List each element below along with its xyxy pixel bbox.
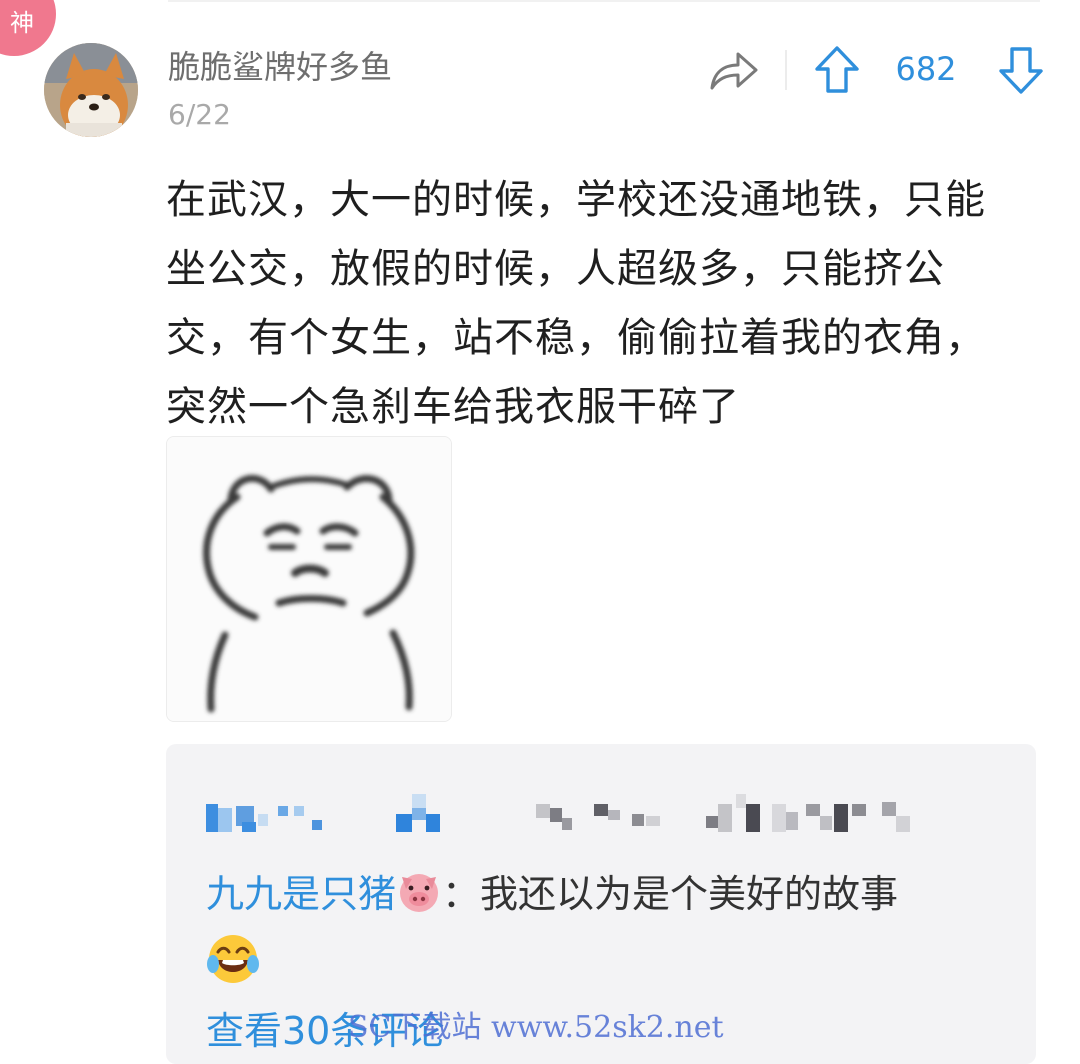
action-divider	[785, 50, 787, 90]
reply-separator: ：	[442, 872, 481, 916]
top-divider	[168, 0, 1040, 2]
share-arrow-icon	[710, 52, 758, 90]
vote-count: 682	[895, 50, 957, 88]
post-image[interactable]	[166, 436, 452, 722]
share-button[interactable]	[708, 48, 760, 94]
upvote-button[interactable]	[814, 45, 860, 95]
arrow-up-icon	[815, 46, 859, 93]
bear-meme-icon	[167, 437, 451, 721]
post-date: 6/22	[168, 98, 231, 131]
post-text: 在武汉，大一的时候，学校还没通地铁，只能坐公交，放假的时候，人超级多，只能挤公交…	[166, 177, 986, 430]
god-badge-label: 神	[10, 9, 34, 37]
shiba-avatar-icon	[44, 43, 138, 137]
censored-comment-row	[206, 794, 966, 838]
post-author[interactable]: 脆脆鲨牌好多鱼	[168, 46, 392, 88]
downvote-button[interactable]	[998, 45, 1044, 95]
reply-text: 我还以为是个美好的故事	[480, 872, 899, 916]
laughing-tears-icon	[206, 932, 260, 986]
watermark: SC下载站 www.52sk2.net	[348, 1010, 724, 1045]
arrow-down-icon	[999, 47, 1043, 94]
avatar[interactable]	[44, 43, 138, 137]
pig-face-icon	[396, 869, 442, 930]
reply-comment: 九九是只猪 ：我还以为是个美好的故事	[206, 864, 1006, 930]
mosaic-censor-icon	[206, 794, 910, 832]
reply-author[interactable]: 九九是只猪	[206, 872, 396, 916]
